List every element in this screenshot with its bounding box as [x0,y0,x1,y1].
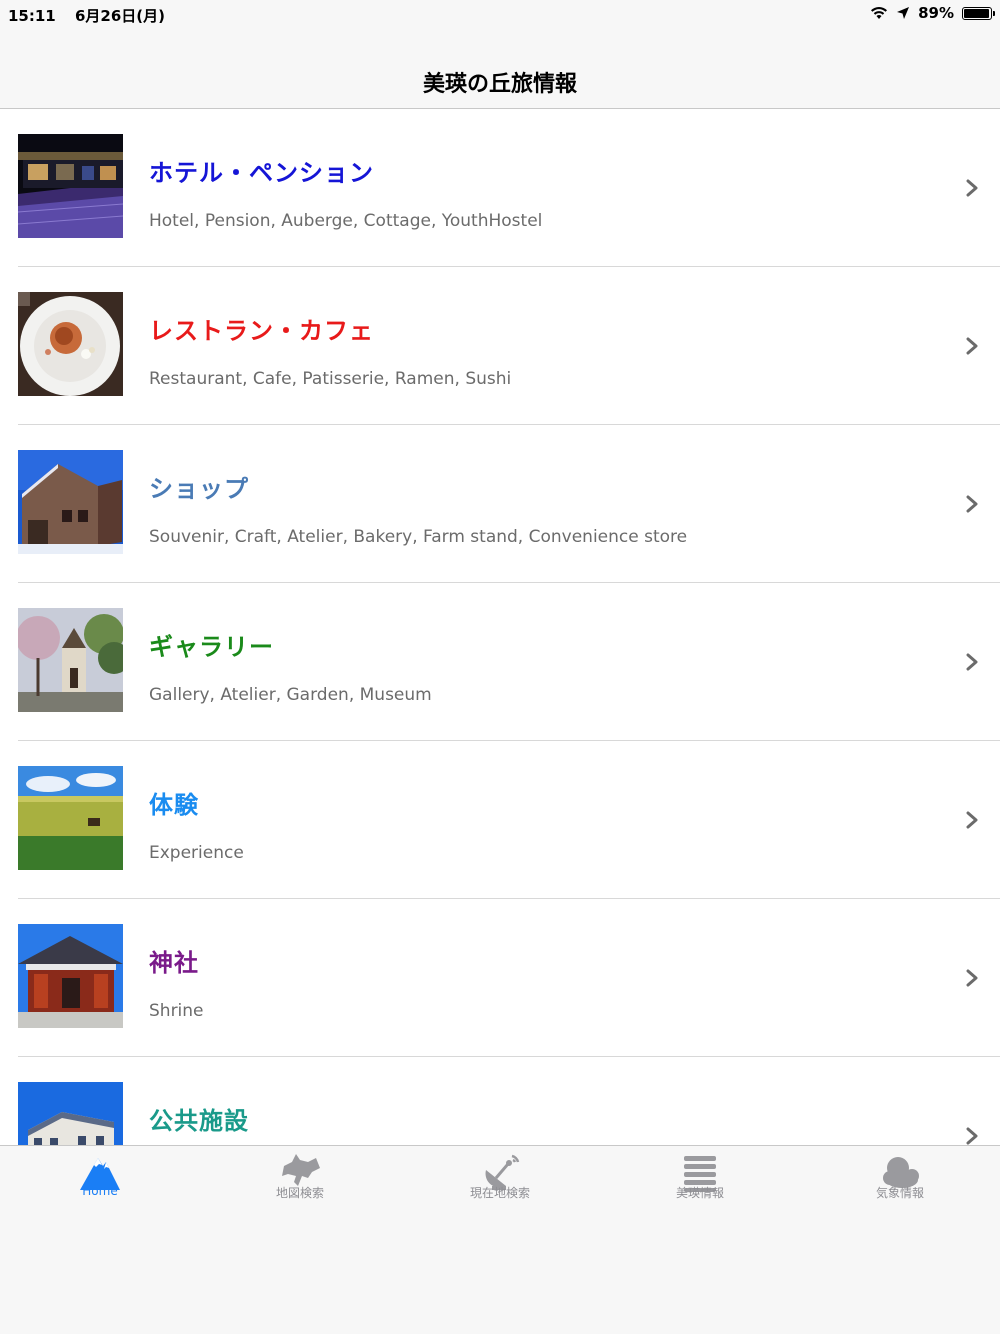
tab-bar: Home 地図検索 現在地検索 美瑛情報 気象情報 [0,1145,1000,1334]
list-item-shop[interactable]: ショップ Souvenir, Craft, Atelier, Bakery, F… [0,425,1000,583]
status-right: 89% [870,4,995,22]
list-item-gallery[interactable]: ギャラリー Gallery, Atelier, Garden, Museum [0,583,1000,741]
tab-label: Home [82,1184,118,1198]
battery-icon [962,6,995,20]
tab-weather-info[interactable]: 気象情報 [800,1152,1000,1210]
list-item-title: 体験 [149,791,199,819]
status-time: 15:11 [8,7,56,25]
list-item-title: 公共施設 [149,1107,249,1135]
list-item-restaurant[interactable]: レストラン・カフェ Restaurant, Cafe, Patisserie, … [0,267,1000,425]
status-date: 6月26日(月) [74,7,166,25]
list-item-subtitle: Souvenir, Craft, Atelier, Bakery, Farm s… [149,527,688,547]
shop-photo [18,450,123,554]
list-item-title: ギャラリー [149,633,274,661]
list-item-shrine[interactable]: 神社 Shrine [0,899,1000,1057]
experience-photo [18,766,123,870]
gallery-photo [18,608,123,712]
tab-biei-info[interactable]: 美瑛情報 [600,1152,800,1210]
shrine-photo [18,924,123,1028]
public-facility-photo [18,1082,123,1145]
list-item-subtitle: Hotel, Pension, Auberge, Cottage, YouthH… [149,211,543,231]
navigation-bar: 美瑛の丘旅情報 [0,28,1000,109]
list-item-hotel[interactable]: ホテル・ペンション Hotel, Pension, Auberge, Cotta… [0,109,1000,267]
list-item-title: ホテル・ペンション [149,159,374,187]
list-item-subtitle: Experience [149,843,244,863]
page-title: 美瑛の丘旅情報 [422,72,577,97]
wifi-icon [871,7,888,19]
list-item-subtitle: Gallery, Atelier, Garden, Museum [149,685,432,705]
list-item-public-facility[interactable]: 公共施設 [0,1057,1000,1145]
status-left: 15:11 6月26日(月) [8,5,179,26]
tab-map-search[interactable]: 地図検索 [200,1152,400,1210]
chevron-right-icon [966,811,978,829]
list-item-subtitle: Restaurant, Cafe, Patisserie, Ramen, Sus… [149,369,512,389]
tab-label: 現在地検索 [469,1186,530,1200]
app-screen: 15:11 6月26日(月) 89% 美瑛の丘旅情報 ホテル・ペンション Hot… [0,0,1000,1334]
tab-label: 美瑛情報 [675,1186,724,1200]
battery-percent: 89% [918,4,954,22]
tab-location-search[interactable]: 現在地検索 [400,1152,600,1210]
tab-home[interactable]: Home [0,1152,200,1210]
tab-label: 地図検索 [275,1186,324,1200]
list-item-title: 神社 [149,949,199,977]
status-bar: 15:11 6月26日(月) 89% [0,0,1000,28]
list-item-title: ショップ [149,475,249,503]
list-item-experience[interactable]: 体験 Experience [0,741,1000,899]
restaurant-photo [18,292,123,396]
chevron-right-icon [966,1127,978,1145]
chevron-right-icon [966,179,978,197]
category-list[interactable]: ホテル・ペンション Hotel, Pension, Auberge, Cotta… [0,109,1000,1145]
chevron-right-icon [966,495,978,513]
chevron-right-icon [966,337,978,355]
list-item-title: レストラン・カフェ [149,317,374,345]
chevron-right-icon [966,969,978,987]
hotel-photo [18,134,123,238]
location-arrow-icon [897,7,910,19]
list-item-subtitle: Shrine [149,1001,204,1021]
chevron-right-icon [966,653,978,671]
tab-label: 気象情報 [875,1186,924,1200]
